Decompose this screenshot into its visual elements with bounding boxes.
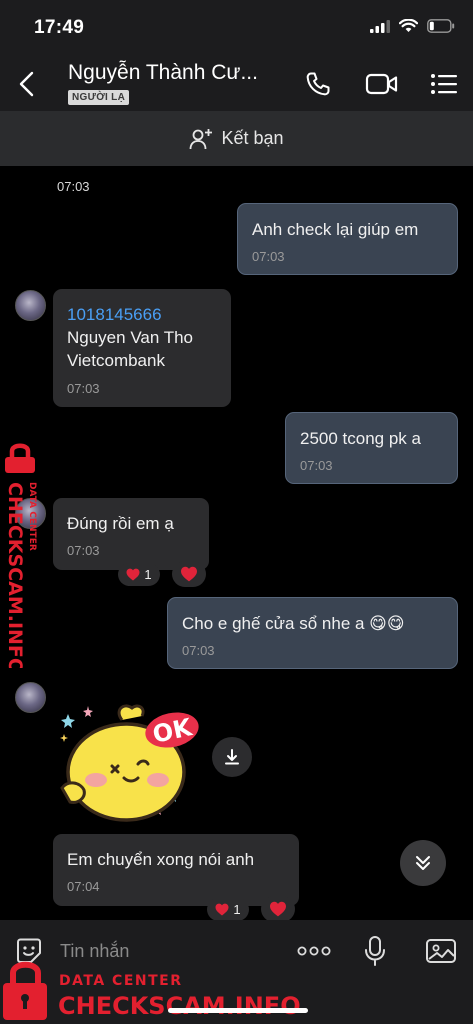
message-time: 07:03 [67, 381, 100, 396]
message-bubble-incoming[interactable]: Em chuyển xong nói anh 07:04 [53, 834, 299, 906]
account-number-link[interactable]: 1018145666 [67, 303, 217, 326]
signal-icon [370, 19, 390, 33]
contact-name[interactable]: Nguyễn Thành Cư... [68, 61, 258, 85]
watermark-brand: CHECKSCAM.INFO [58, 992, 300, 1020]
image-icon [426, 939, 456, 963]
message-text: Cho e ghế cửa sổ nhe a 😋😋 [182, 614, 405, 633]
message-bubble-outgoing[interactable]: Anh check lại giúp em 07:03 [237, 203, 458, 275]
watermark-bottom: DATA CENTER CHECKSCAM.INFO [0, 958, 301, 1024]
home-indicator[interactable] [168, 1008, 308, 1013]
add-friend-bar[interactable]: Kết bạn [0, 111, 473, 166]
message-bubble-outgoing[interactable]: 2500 tcong pk a 07:03 [285, 412, 458, 484]
message-bubble-incoming[interactable]: 1018145666 Nguyen Van Tho Vietcombank 07… [53, 289, 231, 407]
time-divider: 07:03 [57, 179, 90, 194]
heart-icon [181, 566, 197, 582]
status-time: 17:49 [34, 17, 85, 38]
message-bubble-outgoing[interactable]: Cho e ghế cửa sổ nhe a 😋😋 07:03 [167, 597, 458, 669]
video-call-button[interactable] [364, 68, 400, 100]
download-button[interactable] [212, 737, 252, 777]
message-text: Nguyen Van Tho [67, 328, 194, 347]
avatar[interactable] [15, 682, 46, 713]
message-time: 07:04 [67, 879, 100, 894]
lock-icon [3, 961, 47, 1020]
react-button[interactable] [172, 561, 206, 587]
call-button[interactable] [302, 68, 334, 100]
phone-icon [306, 72, 330, 96]
status-icons [370, 19, 455, 33]
more-button[interactable] [297, 934, 331, 968]
watermark-top: DATA CENTER [59, 973, 183, 989]
message-text: 2500 tcong pk a [300, 429, 421, 448]
more-icon [297, 946, 331, 956]
download-icon [225, 749, 239, 765]
message-time: 07:03 [252, 249, 285, 264]
wifi-icon [399, 19, 418, 32]
video-call-icon [365, 73, 398, 95]
message-time: 07:03 [67, 543, 100, 558]
menu-button[interactable] [428, 68, 460, 100]
reaction-count: 1 [144, 567, 152, 582]
watermark-vertical: CHECKSCAM.INFO DATA CENTER [0, 438, 58, 674]
reaction-count: 1 [233, 902, 241, 917]
message-text: Em chuyển xong nói anh [67, 850, 255, 869]
scroll-to-bottom-button[interactable] [400, 840, 446, 886]
back-icon [19, 71, 34, 97]
add-user-icon [190, 128, 213, 149]
chat-area[interactable]: 07:03 Anh check lại giúp em 07:03 101814… [0, 166, 473, 922]
chick-ok-sticker[interactable]: OK [54, 700, 204, 825]
message-time: 07:03 [182, 643, 215, 658]
voice-button[interactable] [358, 934, 392, 968]
watermark-brand: CHECKSCAM.INFO [4, 482, 26, 668]
heart-icon [215, 903, 229, 916]
message-text: Vietcombank [67, 351, 165, 370]
lock-icon [5, 443, 35, 473]
stranger-badge: NGƯỜI LẠ [68, 90, 130, 105]
add-friend-label: Kết bạn [221, 128, 284, 148]
avatar[interactable] [15, 290, 46, 321]
chat-header: Nguyễn Thành Cư... NGƯỜI LẠ [0, 56, 473, 111]
react-button[interactable] [261, 896, 295, 922]
heart-icon [126, 568, 140, 581]
reaction-summary[interactable]: 1 [207, 898, 249, 921]
message-text: Anh check lại giúp em [252, 220, 419, 239]
image-button[interactable] [424, 934, 458, 968]
message-text: Đúng rồi em ạ [67, 514, 174, 533]
microphone-icon [365, 936, 385, 966]
watermark-top: DATA CENTER [27, 482, 37, 551]
battery-low-icon [427, 19, 455, 33]
message-bubble-incoming[interactable]: Đúng rồi em ạ 07:03 [53, 498, 209, 570]
heart-icon [270, 901, 286, 917]
back-button[interactable] [14, 68, 42, 100]
double-chevron-down-icon [416, 856, 430, 870]
status-bar: 17:49 [0, 0, 473, 56]
message-time: 07:03 [300, 458, 333, 473]
menu-list-icon [431, 74, 457, 94]
reaction-summary[interactable]: 1 [118, 563, 160, 586]
